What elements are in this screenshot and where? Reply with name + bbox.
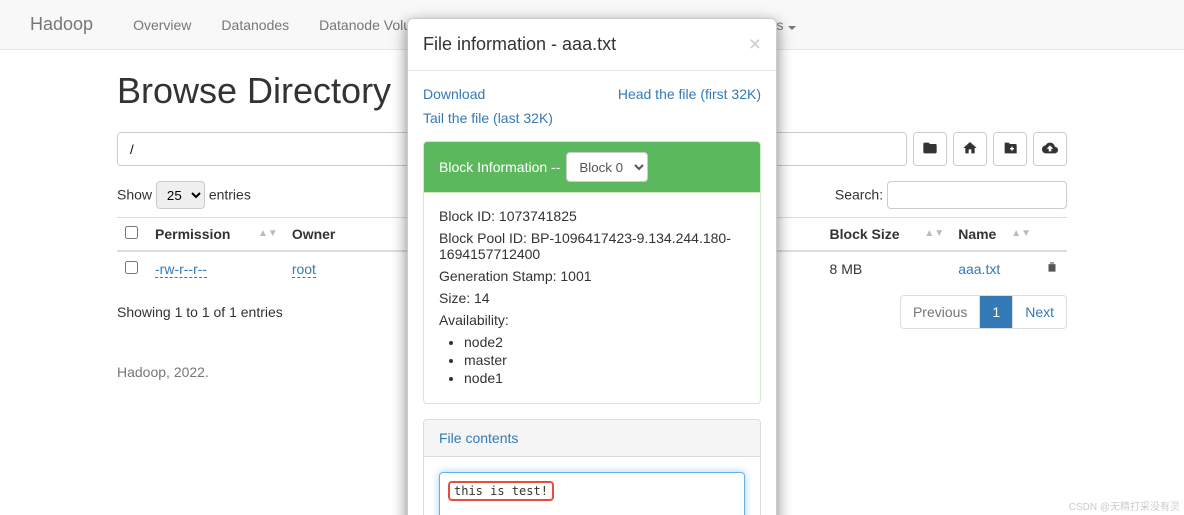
close-icon: × bbox=[749, 33, 761, 56]
block-id: Block ID: 1073741825 bbox=[439, 208, 745, 224]
block-size: Size: 14 bbox=[439, 290, 745, 306]
file-contents-panel: File contents this is test! bbox=[423, 419, 761, 515]
modal-title: File information - aaa.txt bbox=[423, 34, 616, 55]
tail-file-link[interactable]: Tail the file (last 32K) bbox=[423, 110, 553, 126]
list-item: node2 bbox=[464, 334, 745, 350]
list-item: node1 bbox=[464, 370, 745, 386]
availability-list: node2 master node1 bbox=[439, 334, 745, 386]
block-info-panel: Block Information -- Block 0 Block ID: 1… bbox=[423, 141, 761, 404]
block-pool-id: Block Pool ID: BP-1096417423-9.134.244.1… bbox=[439, 230, 745, 262]
watermark: CSDN @无精打采没有灵 bbox=[1069, 498, 1180, 513]
file-contents-textarea[interactable]: this is test! bbox=[439, 472, 745, 515]
block-info-label: Block Information -- bbox=[439, 159, 560, 175]
head-file-link[interactable]: Head the file (first 32K) bbox=[618, 86, 761, 102]
generation-stamp: Generation Stamp: 1001 bbox=[439, 268, 745, 284]
file-info-modal: File information - aaa.txt × Download He… bbox=[407, 18, 777, 515]
block-select[interactable]: Block 0 bbox=[566, 152, 648, 182]
modal-close-button[interactable]: × bbox=[749, 34, 761, 55]
file-contents-text: this is test! bbox=[448, 481, 554, 501]
download-link[interactable]: Download bbox=[423, 86, 485, 102]
availability-label: Availability: bbox=[439, 312, 745, 328]
list-item: master bbox=[464, 352, 745, 368]
file-contents-label: File contents bbox=[424, 420, 760, 457]
